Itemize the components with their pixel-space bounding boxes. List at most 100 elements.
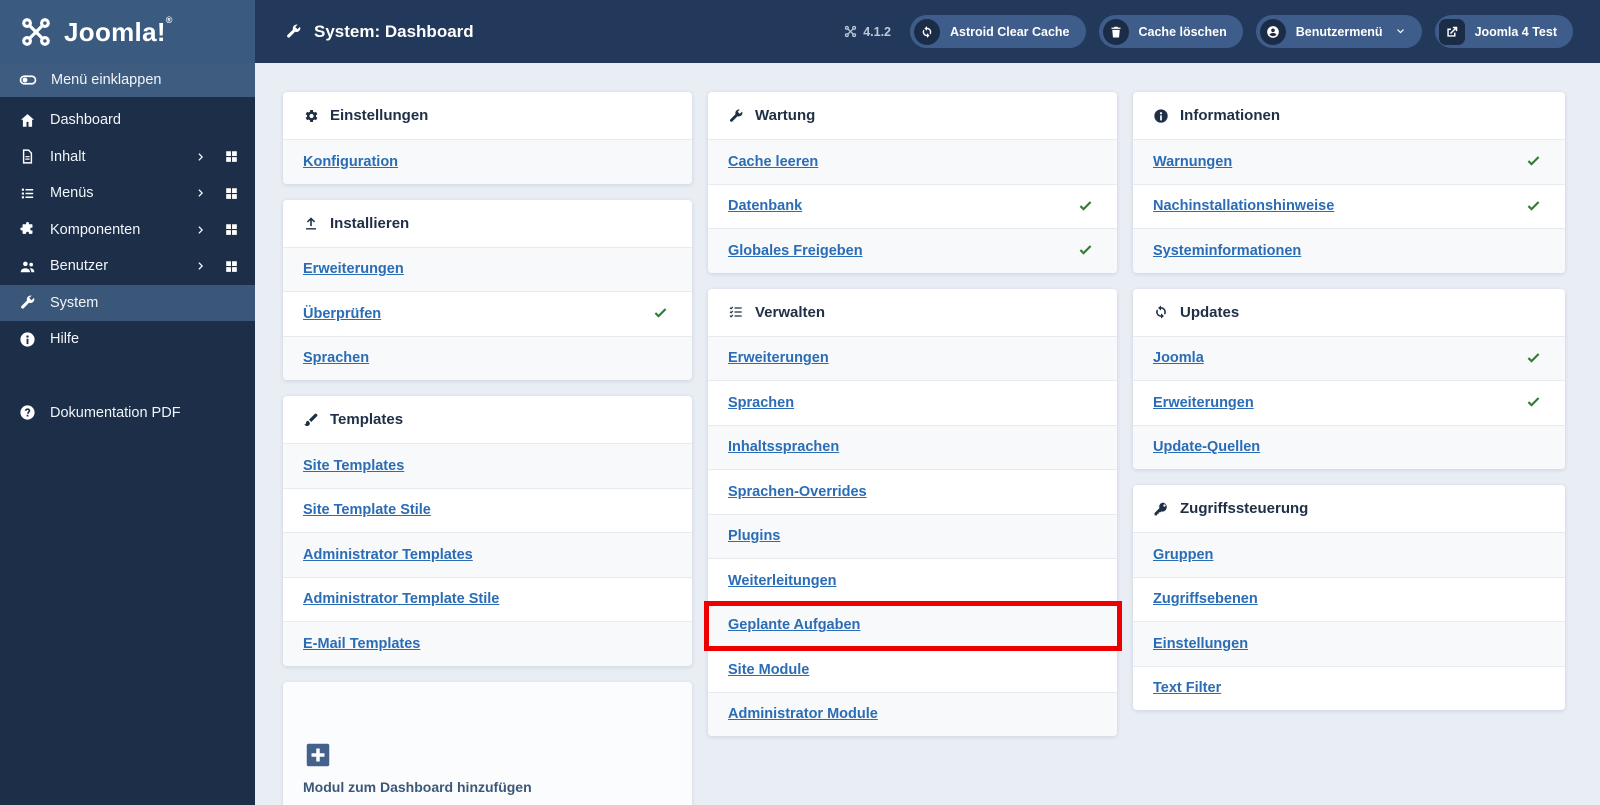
upload-icon xyxy=(303,215,319,231)
link-einstellungen-zugriff[interactable]: Einstellungen xyxy=(1153,636,1248,652)
link-administrator-templates[interactable]: Administrator Templates xyxy=(303,547,473,563)
sidebar-item-benutzer[interactable]: Benutzer xyxy=(0,248,255,285)
link-cache-leeren[interactable]: Cache leeren xyxy=(728,154,818,170)
link-zugriffsebenen[interactable]: Zugriffsebenen xyxy=(1153,591,1258,607)
sidebar-item-label: Dokumentation PDF xyxy=(50,404,181,421)
astroid-clear-cache-button[interactable]: Astroid Clear Cache xyxy=(910,15,1086,48)
card-row: Konfiguration xyxy=(283,139,692,184)
link-erweiterungen-verwalten[interactable]: Erweiterungen xyxy=(728,350,829,366)
card-row: Erweiterungen xyxy=(1133,380,1565,425)
trademark: ® xyxy=(165,15,173,25)
sidebar-item-label: Dashboard xyxy=(50,112,121,129)
link-email-templates[interactable]: E-Mail Templates xyxy=(303,636,420,652)
check-icon xyxy=(1076,197,1095,216)
link-weiterleitungen[interactable]: Weiterleitungen xyxy=(728,573,837,589)
card-row: Sprachen xyxy=(708,380,1117,425)
sidebar-item-menu-collapse[interactable]: Menü einklappen xyxy=(0,63,255,97)
link-erweiterungen-update[interactable]: Erweiterungen xyxy=(1153,395,1254,411)
link-text-filter[interactable]: Text Filter xyxy=(1153,680,1221,696)
card-header: Zugriffssteuerung xyxy=(1133,485,1565,532)
card-row-highlighted: Geplante Aufgaben xyxy=(704,600,1122,651)
sidebar-item-label: System xyxy=(50,294,99,311)
card-row: Gruppen xyxy=(1133,532,1565,577)
grid-icon[interactable] xyxy=(224,259,239,274)
button-label: Joomla 4 Test xyxy=(1474,24,1557,39)
card-row: Plugins xyxy=(708,513,1117,558)
sidebar-item-dokumentation-pdf[interactable]: Dokumentation PDF xyxy=(0,395,255,432)
grid-icon[interactable] xyxy=(224,149,239,164)
link-administrator-module[interactable]: Administrator Module xyxy=(728,706,878,722)
sidebar-item-label: Menüs xyxy=(50,185,94,202)
brand-wordmark: Joomla!® xyxy=(64,15,173,47)
card-rows: Cache leeren Datenbank Globales Freigebe… xyxy=(708,139,1117,273)
sidebar-item-komponenten[interactable]: Komponenten xyxy=(0,212,255,249)
sidebar-item-dashboard[interactable]: Dashboard xyxy=(0,102,255,139)
home-icon xyxy=(19,112,36,129)
cache-loeschen-button[interactable]: Cache löschen xyxy=(1098,15,1243,48)
grid-icon[interactable] xyxy=(224,186,239,201)
add-module-card[interactable]: Modul zum Dashboard hinzufügen xyxy=(283,681,692,805)
card-wartung: Wartung Cache leeren Datenbank Globales … xyxy=(708,92,1117,273)
link-geplante-aufgaben[interactable]: Geplante Aufgaben xyxy=(728,617,860,633)
button-label: Astroid Clear Cache xyxy=(950,24,1070,39)
link-site-templates[interactable]: Site Templates xyxy=(303,458,404,474)
key-icon xyxy=(1153,501,1169,517)
link-sprachen-installieren[interactable]: Sprachen xyxy=(303,350,369,366)
card-title: Installieren xyxy=(330,214,410,232)
sidebar-item-menus[interactable]: Menüs xyxy=(0,175,255,212)
card-installieren: Installieren Erweiterungen Überprüfen Sp… xyxy=(283,199,692,380)
link-administrator-template-stile[interactable]: Administrator Template Stile xyxy=(303,591,499,607)
card-row: Einstellungen xyxy=(1133,621,1565,666)
sidebar-item-inhalt[interactable]: Inhalt xyxy=(0,139,255,176)
link-sprachen-verwalten[interactable]: Sprachen xyxy=(728,395,794,411)
link-konfiguration[interactable]: Konfiguration xyxy=(303,154,398,170)
link-site-template-stile[interactable]: Site Template Stile xyxy=(303,502,431,518)
card-verwalten: Verwalten Erweiterungen Sprachen Inhalts… xyxy=(704,288,1122,736)
link-plugins[interactable]: Plugins xyxy=(728,528,780,544)
toggle-icon xyxy=(19,71,37,89)
check-icon xyxy=(1524,152,1543,171)
card-updates: Updates Joomla Erweiterungen Update-Quel… xyxy=(1133,288,1565,469)
icon-badge xyxy=(1438,18,1465,45)
card-informationen: Informationen Warnungen Nachinstallation… xyxy=(1133,92,1565,273)
link-warnungen[interactable]: Warnungen xyxy=(1153,154,1232,170)
link-inhaltssprachen[interactable]: Inhaltssprachen xyxy=(728,439,839,455)
icon-badge xyxy=(1102,18,1129,45)
link-sprachen-overrides[interactable]: Sprachen-Overrides xyxy=(728,484,867,500)
button-label: Cache löschen xyxy=(1138,24,1227,39)
card-header: Verwalten xyxy=(708,289,1117,336)
card-row: Sprachen-Overrides xyxy=(708,469,1117,514)
link-gruppen[interactable]: Gruppen xyxy=(1153,547,1213,563)
card-row: Joomla xyxy=(1133,335,1565,380)
link-globales-freigeben[interactable]: Globales Freigeben xyxy=(728,243,863,259)
link-systeminformationen[interactable]: Systeminformationen xyxy=(1153,243,1301,259)
link-site-module[interactable]: Site Module xyxy=(728,662,809,678)
card-templates: Templates Site Templates Site Template S… xyxy=(283,396,692,666)
card-row: Inhaltssprachen xyxy=(708,424,1117,469)
page-title: System: Dashboard xyxy=(285,22,474,42)
link-nachinstallationshinweise[interactable]: Nachinstallationshinweise xyxy=(1153,198,1334,214)
dashboard-column-1: Einstellungen Konfiguration Installieren… xyxy=(283,92,692,805)
link-ueberpruefen[interactable]: Überprüfen xyxy=(303,306,381,322)
card-title: Wartung xyxy=(755,107,816,124)
card-rows: Erweiterungen Sprachen Inhaltssprachen S… xyxy=(704,335,1122,736)
link-update-quellen[interactable]: Update-Quellen xyxy=(1153,439,1260,455)
link-datenbank[interactable]: Datenbank xyxy=(728,198,802,214)
benutzermenue-button[interactable]: Benutzermenü xyxy=(1255,15,1422,48)
icon-badge xyxy=(1259,18,1286,45)
sidebar-item-system[interactable]: System xyxy=(0,284,255,321)
card-header: Informationen xyxy=(1133,92,1565,139)
card-rows: Erweiterungen Überprüfen Sprachen xyxy=(283,246,692,380)
link-joomla-update[interactable]: Joomla xyxy=(1153,350,1204,366)
grid-icon[interactable] xyxy=(224,222,239,237)
trash-icon xyxy=(1109,25,1123,39)
joomla-4-test-button[interactable]: Joomla 4 Test xyxy=(1434,15,1573,48)
link-erweiterungen-installieren[interactable]: Erweiterungen xyxy=(303,261,404,277)
sidebar-item-hilfe[interactable]: Hilfe xyxy=(0,321,255,358)
dashboard-column-2: Wartung Cache leeren Datenbank Globales … xyxy=(704,92,1122,805)
card-title: Verwalten xyxy=(755,303,826,321)
file-icon xyxy=(19,148,36,165)
icon-badge xyxy=(914,18,941,45)
check-icon xyxy=(651,304,670,323)
card-row: Sprachen xyxy=(283,335,692,380)
